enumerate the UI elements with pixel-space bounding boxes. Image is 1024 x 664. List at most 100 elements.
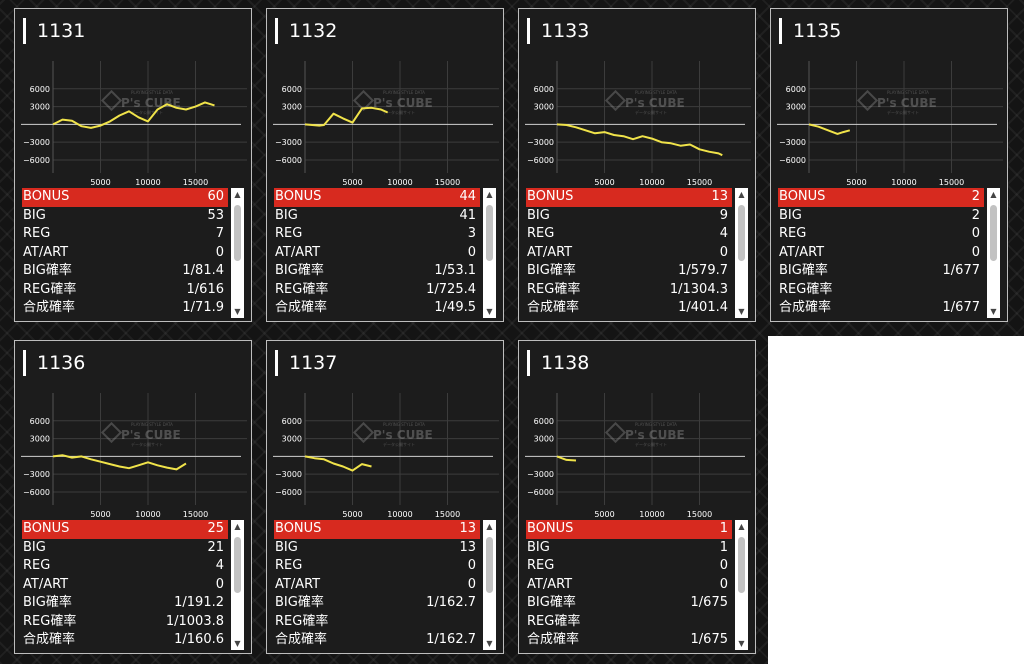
machine-card-1133[interactable]: 1133 P's CUBE PLAYING STYLE DATA データ公開サイト 60… (518, 8, 756, 322)
scroll-thumb[interactable] (486, 205, 493, 261)
stat-label: BONUS (23, 189, 70, 204)
series-line (304, 106, 389, 127)
x-tick-label: 15000 (435, 178, 460, 187)
stat-row-atart: AT/ART 0 (22, 244, 228, 263)
machine-number: 1131 (23, 18, 85, 44)
stat-row-reg: REG確率 (778, 281, 984, 300)
stats-list[interactable]: BONUS 1 BIG 1 REG 0 AT/ART 0 BIG確率 1/675 REG確率 合成確率… (526, 520, 750, 650)
scroll-thumb[interactable] (738, 537, 745, 593)
scroll-down-icon[interactable]: ▼ (987, 305, 1000, 318)
y-tick-label: 6000 (282, 417, 302, 426)
machine-card-1131[interactable]: 1131 P's CUBE PLAYING STYLE DATA データ公開サイト 60… (14, 8, 252, 322)
stats-list[interactable]: BONUS 13 BIG 9 REG 4 AT/ART 0 BIG確率 1/579.7 REG確率 1… (526, 188, 750, 318)
stat-value: 1/160.6 (174, 632, 224, 647)
scroll-thumb[interactable] (738, 205, 745, 261)
stat-row-big: BIG確率 1/579.7 (526, 262, 732, 281)
scroll-down-icon[interactable]: ▼ (735, 637, 748, 650)
stat-value: 0 (467, 558, 476, 573)
x-tick-label: 10000 (135, 510, 160, 519)
scroll-up-icon[interactable]: ▲ (231, 188, 244, 201)
x-tick-label: 5000 (846, 178, 866, 187)
stat-label: REG確率 (275, 281, 329, 297)
machine-card-1135[interactable]: 1135 P's CUBE PLAYING STYLE DATA データ公開サイト 60… (770, 8, 1008, 322)
stat-label: BIG確率 (23, 263, 72, 278)
machine-card-1138[interactable]: 1138 P's CUBE PLAYING STYLE DATA データ公開サイト 60… (518, 340, 756, 654)
y-tick-label: −6000 (779, 156, 806, 165)
scroll-up-icon[interactable]: ▲ (735, 520, 748, 533)
stat-value: 1/53.1 (434, 263, 476, 278)
y-tick-label: −6000 (275, 488, 302, 497)
stat-row-atart: AT/ART 0 (274, 576, 480, 595)
stat-value: 1/725.4 (426, 281, 476, 297)
stat-row-big: BIG確率 1/191.2 (22, 594, 228, 613)
stat-label: BONUS (275, 189, 322, 204)
scrollbar[interactable]: ▲ ▼ (483, 520, 496, 650)
stat-row-big: BIG 21 (22, 539, 228, 558)
scrollbar[interactable]: ▲ ▼ (987, 188, 1000, 318)
watermark-brand: P's CUBE (121, 428, 181, 442)
y-tick-label: 6000 (30, 417, 50, 426)
scroll-down-icon[interactable]: ▼ (231, 637, 244, 650)
stat-label: BIG (23, 207, 46, 223)
watermark-subcaption: データ公開サイト (383, 441, 415, 447)
machine-card-1136[interactable]: 1136 P's CUBE PLAYING STYLE DATA データ公開サイト 60… (14, 340, 252, 654)
scroll-down-icon[interactable]: ▼ (735, 305, 748, 318)
stat-value: 1/616 (186, 281, 224, 297)
chart-svg: P's CUBEPLAYING STYLE DATAデータ公開サイト600030… (21, 393, 247, 519)
y-tick-label: 6000 (534, 85, 554, 94)
stat-row-atart: AT/ART 0 (274, 244, 480, 263)
stat-value: 1/81.4 (182, 263, 224, 278)
scroll-down-icon[interactable]: ▼ (483, 637, 496, 650)
stat-row-reg: REG確率 (274, 613, 480, 632)
scroll-up-icon[interactable]: ▲ (987, 188, 1000, 201)
machine-number: 1132 (275, 18, 337, 44)
stat-value: 1/675 (690, 632, 728, 647)
stat-value: 21 (207, 539, 224, 555)
stat-value: 0 (215, 576, 224, 592)
scroll-thumb[interactable] (234, 537, 241, 593)
stat-value: 1/579.7 (678, 263, 728, 278)
stats-list[interactable]: BONUS 25 BIG 21 REG 4 AT/ART 0 BIG確率 1/191.2 REG確率… (22, 520, 246, 650)
x-tick-label: 5000 (342, 178, 362, 187)
stat-row-: 合成確率 1/677 (778, 299, 984, 318)
scroll-up-icon[interactable]: ▲ (483, 188, 496, 201)
stats-list[interactable]: BONUS 44 BIG 41 REG 3 AT/ART 0 BIG確率 1/53.1 REG確率 1… (274, 188, 498, 318)
slump-graph: P's CUBE PLAYING STYLE DATA データ公開サイト 6000 30… (523, 57, 751, 187)
scrollbar[interactable]: ▲ ▼ (231, 520, 244, 650)
scroll-up-icon[interactable]: ▲ (231, 520, 244, 533)
stat-row-atart: AT/ART 0 (778, 244, 984, 263)
stat-value: 2 (971, 189, 980, 204)
stat-row-: 合成確率 1/49.5 (274, 299, 480, 318)
stat-label: BIG確率 (779, 263, 828, 278)
stats-list[interactable]: BONUS 60 BIG 53 REG 7 AT/ART 0 BIG確率 1/81.4 REG確率 1… (22, 188, 246, 318)
y-tick-label: 6000 (30, 85, 50, 94)
scroll-up-icon[interactable]: ▲ (735, 188, 748, 201)
stat-value: 1/191.2 (174, 595, 224, 610)
stat-value: 13 (459, 521, 476, 536)
x-tick-label: 15000 (687, 178, 712, 187)
scroll-thumb[interactable] (486, 537, 493, 593)
scrollbar[interactable]: ▲ ▼ (231, 188, 244, 318)
slump-graph: P's CUBE PLAYING STYLE DATA データ公開サイト 6000 30… (775, 57, 1003, 187)
stats-list[interactable]: BONUS 13 BIG 13 REG 0 AT/ART 0 BIG確率 1/162.7 REG確率… (274, 520, 498, 650)
stat-value: 1/677 (942, 263, 980, 278)
stat-row-reg: REG 4 (22, 557, 228, 576)
scrollbar[interactable]: ▲ ▼ (735, 520, 748, 650)
scrollbar[interactable]: ▲ ▼ (735, 188, 748, 318)
stat-label: AT/ART (23, 576, 69, 592)
scroll-thumb[interactable] (990, 205, 997, 261)
machine-card-1137[interactable]: 1137 P's CUBE PLAYING STYLE DATA データ公開サイト 60… (266, 340, 504, 654)
scroll-down-icon[interactable]: ▼ (231, 305, 244, 318)
scroll-thumb[interactable] (234, 205, 241, 261)
stat-value: 0 (467, 244, 476, 260)
stat-row-reg: REG 7 (22, 225, 228, 244)
machine-card-1132[interactable]: 1132 P's CUBE PLAYING STYLE DATA データ公開サイト 60… (266, 8, 504, 322)
stat-label: 合成確率 (527, 632, 580, 647)
stat-label: REG (779, 226, 807, 241)
chart-svg: P's CUBEPLAYING STYLE DATAデータ公開サイト600030… (273, 61, 499, 187)
scroll-up-icon[interactable]: ▲ (483, 520, 496, 533)
stats-list[interactable]: BONUS 2 BIG 2 REG 0 AT/ART 0 BIG確率 1/677 REG確率 合成確率… (778, 188, 1002, 318)
stat-value: 53 (207, 207, 224, 223)
scroll-down-icon[interactable]: ▼ (483, 305, 496, 318)
scrollbar[interactable]: ▲ ▼ (483, 188, 496, 318)
